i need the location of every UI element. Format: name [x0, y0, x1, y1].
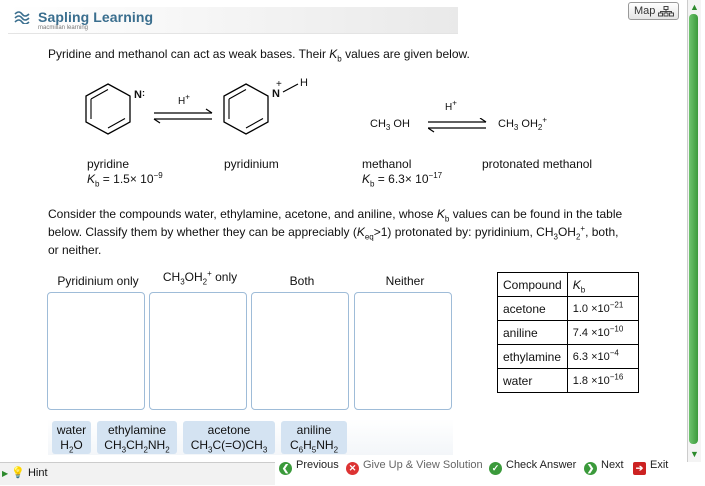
- give-up-button[interactable]: ✕ Give Up & View Solution: [346, 459, 483, 475]
- map-button[interactable]: Map: [628, 2, 679, 20]
- equilibrium-arrow-1: [153, 108, 213, 124]
- exit-icon: ➔: [633, 462, 646, 475]
- pyridinium-charge: +: [276, 79, 282, 90]
- hint-label: Hint: [27, 467, 48, 479]
- map-label: Map: [634, 5, 656, 17]
- equilibrium-arrow-2: [428, 118, 487, 133]
- chip-aniline[interactable]: aniline C6H5NH2: [281, 421, 347, 454]
- methanol-formula: CH3 OH: [370, 118, 410, 133]
- drop-zone-pyridinium-only[interactable]: [47, 292, 145, 410]
- zone-label-ch3oh2-only: CH3OH2+ only: [162, 269, 238, 287]
- h-plus-1: H+: [178, 92, 190, 107]
- table-cell-compound: acetone: [497, 296, 568, 321]
- brand-subtitle: macmillan learning: [38, 25, 89, 31]
- table-header-kb: Kb: [566, 272, 639, 297]
- table-cell-compound: aniline: [497, 320, 568, 345]
- previous-button[interactable]: ❮ Previous: [279, 459, 339, 475]
- table-cell-kb: 1.0 ×10−21: [566, 296, 639, 321]
- table-header-compound: Compound: [497, 272, 568, 297]
- methanol-caption: methanol Kb = 6.3× 10−17: [362, 157, 443, 189]
- scrollbar-thumb[interactable]: [689, 14, 698, 444]
- previous-icon: ❮: [279, 462, 292, 475]
- intro-text: Pyridine and methanol can act as weak ba…: [48, 47, 470, 64]
- hint-button[interactable]: ▶ 💡 Hint: [2, 466, 48, 479]
- give-up-icon: ✕: [346, 462, 359, 475]
- chip-water[interactable]: water H2O: [52, 421, 91, 454]
- scroll-down-icon[interactable]: ▼: [690, 449, 699, 459]
- table-row: water 1.8 ×10−16: [497, 368, 639, 393]
- scroll-up-icon[interactable]: ▲: [690, 2, 699, 12]
- protonated-methanol-caption: protonated methanol: [482, 157, 593, 171]
- table-row: aniline 7.4 ×10−10: [497, 320, 639, 345]
- lightbulb-icon: 💡: [11, 467, 25, 479]
- zone-label-pyridinium-only: Pyridinium only: [57, 274, 139, 288]
- zone-label-neither: Neither: [385, 274, 425, 288]
- table-cell-kb: 7.4 ×10−10: [566, 320, 639, 345]
- table-cell-kb: 6.3 ×10−4: [566, 344, 639, 369]
- table-row: acetone 1.0 ×10−21: [497, 296, 639, 321]
- check-answer-button[interactable]: ✓ Check Answer: [489, 459, 576, 475]
- kb-table: Compound Kb acetone 1.0 ×10−21 aniline 7…: [497, 272, 639, 393]
- next-button[interactable]: ❯ Next: [584, 459, 624, 475]
- brand-name: Sapling Learning: [38, 9, 154, 25]
- next-icon: ❯: [584, 462, 597, 475]
- drop-zone-neither[interactable]: [354, 292, 452, 410]
- chip-acetone[interactable]: acetone CH3C(=O)CH3: [183, 421, 275, 454]
- protonated-methanol-formula: CH3 OH2+: [498, 115, 548, 133]
- table-cell-compound: ethylamine: [497, 344, 568, 369]
- check-icon: ✓: [489, 462, 502, 475]
- pyridine-n: N:: [134, 88, 145, 101]
- table-header-row: Compound Kb: [497, 272, 639, 297]
- h-plus-2: H+: [445, 98, 457, 113]
- zone-label-both: Both: [289, 274, 315, 288]
- drop-zone-ch3oh2-only[interactable]: [149, 292, 247, 410]
- pyridinium-structure: [223, 83, 299, 135]
- table-cell-compound: water: [497, 368, 568, 393]
- pyridinium-h: H: [300, 77, 308, 89]
- pyridine-caption: pyridine Kb = 1.5× 10−9: [87, 157, 163, 189]
- drop-zone-both[interactable]: [251, 292, 349, 410]
- sitemap-icon: [658, 6, 674, 17]
- exit-button[interactable]: ➔ Exit: [633, 459, 668, 475]
- table-row: ethylamine 6.3 ×10−4: [497, 344, 639, 369]
- sapling-logo-icon: [14, 11, 30, 24]
- table-cell-kb: 1.8 ×10−16: [566, 368, 639, 393]
- question-text: Consider the compounds water, ethylamine…: [48, 207, 623, 257]
- pyridinium-caption: pyridinium: [224, 157, 279, 171]
- chip-ethylamine[interactable]: ethylamine CH3CH2NH2: [97, 421, 177, 454]
- pyridine-reaction-diagram: [85, 83, 299, 135]
- expand-arrow-icon: ▶: [2, 469, 9, 478]
